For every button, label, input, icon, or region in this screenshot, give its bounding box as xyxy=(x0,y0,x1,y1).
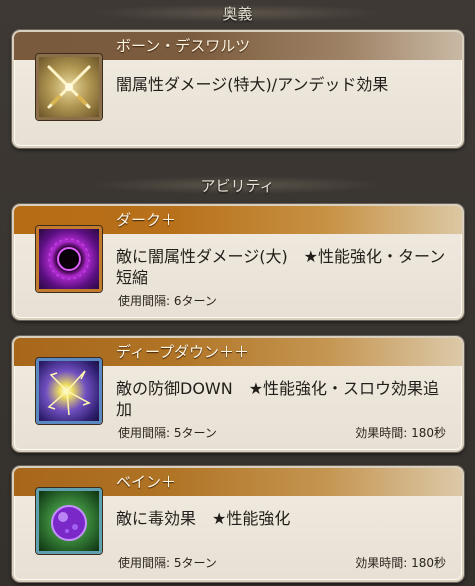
section-label: アビリティ xyxy=(200,176,275,195)
ougi-name: ボーン・デスワルツ xyxy=(116,37,251,55)
ability-cooldown: 使用間隔: 5ターン xyxy=(118,426,217,440)
section-header-ougi: 奥義 xyxy=(0,0,475,26)
ability-card[interactable]: ディープダウン＋＋ 敵の防御DOWN ★性能強化・スロウ効果追加 使用間隔: 5… xyxy=(12,336,464,452)
ability-description: 敵に毒効果 ★性能強化 xyxy=(116,509,291,528)
ougi-description: 闇属性ダメージ(特大)/アンデッド効果 xyxy=(116,75,389,94)
ability-duration: 効果時間: 180秒 xyxy=(355,426,446,440)
ability-duration: 効果時間: 180秒 xyxy=(355,556,446,570)
ability-name: ディープダウン＋＋ xyxy=(116,343,250,361)
ougi-card[interactable]: ボーン・デスワルツ 闇属性ダメージ(特大)/アンデッド効果 xyxy=(12,30,464,148)
ability-description: 敵の防御DOWN ★性能強化・スロウ効果追加 xyxy=(116,379,440,419)
ability-name: ベイン＋ xyxy=(116,473,177,491)
dark-orb-icon xyxy=(36,226,102,292)
section-header-ability: アビリティ xyxy=(0,172,475,198)
ability-card[interactable]: ダーク＋ 敵に闇属性ダメージ(大) ★性能強化・ターン短縮 使用間隔: 6ターン xyxy=(12,204,464,320)
lightning-burst-icon xyxy=(36,358,102,424)
ability-meta: 使用間隔: 6ターン xyxy=(118,292,448,309)
ability-name: ダーク＋ xyxy=(116,211,177,229)
section-label: 奥義 xyxy=(222,4,253,23)
ability-card[interactable]: ベイン＋ 敵に毒効果 ★性能強化 使用間隔: 5ターン 効果時間: 180秒 xyxy=(12,466,464,582)
poison-orb-icon xyxy=(36,488,102,554)
ability-meta: 使用間隔: 5ターン 効果時間: 180秒 xyxy=(118,554,448,571)
ability-description: 敵に闇属性ダメージ(大) ★性能強化・ターン短縮 xyxy=(116,247,446,287)
ability-duration xyxy=(446,292,448,309)
ability-meta: 使用間隔: 5ターン 効果時間: 180秒 xyxy=(118,424,448,441)
ability-cooldown: 使用間隔: 6ターン xyxy=(118,294,217,308)
ability-cooldown: 使用間隔: 5ターン xyxy=(118,556,217,570)
crossed-swords-icon xyxy=(36,54,102,120)
